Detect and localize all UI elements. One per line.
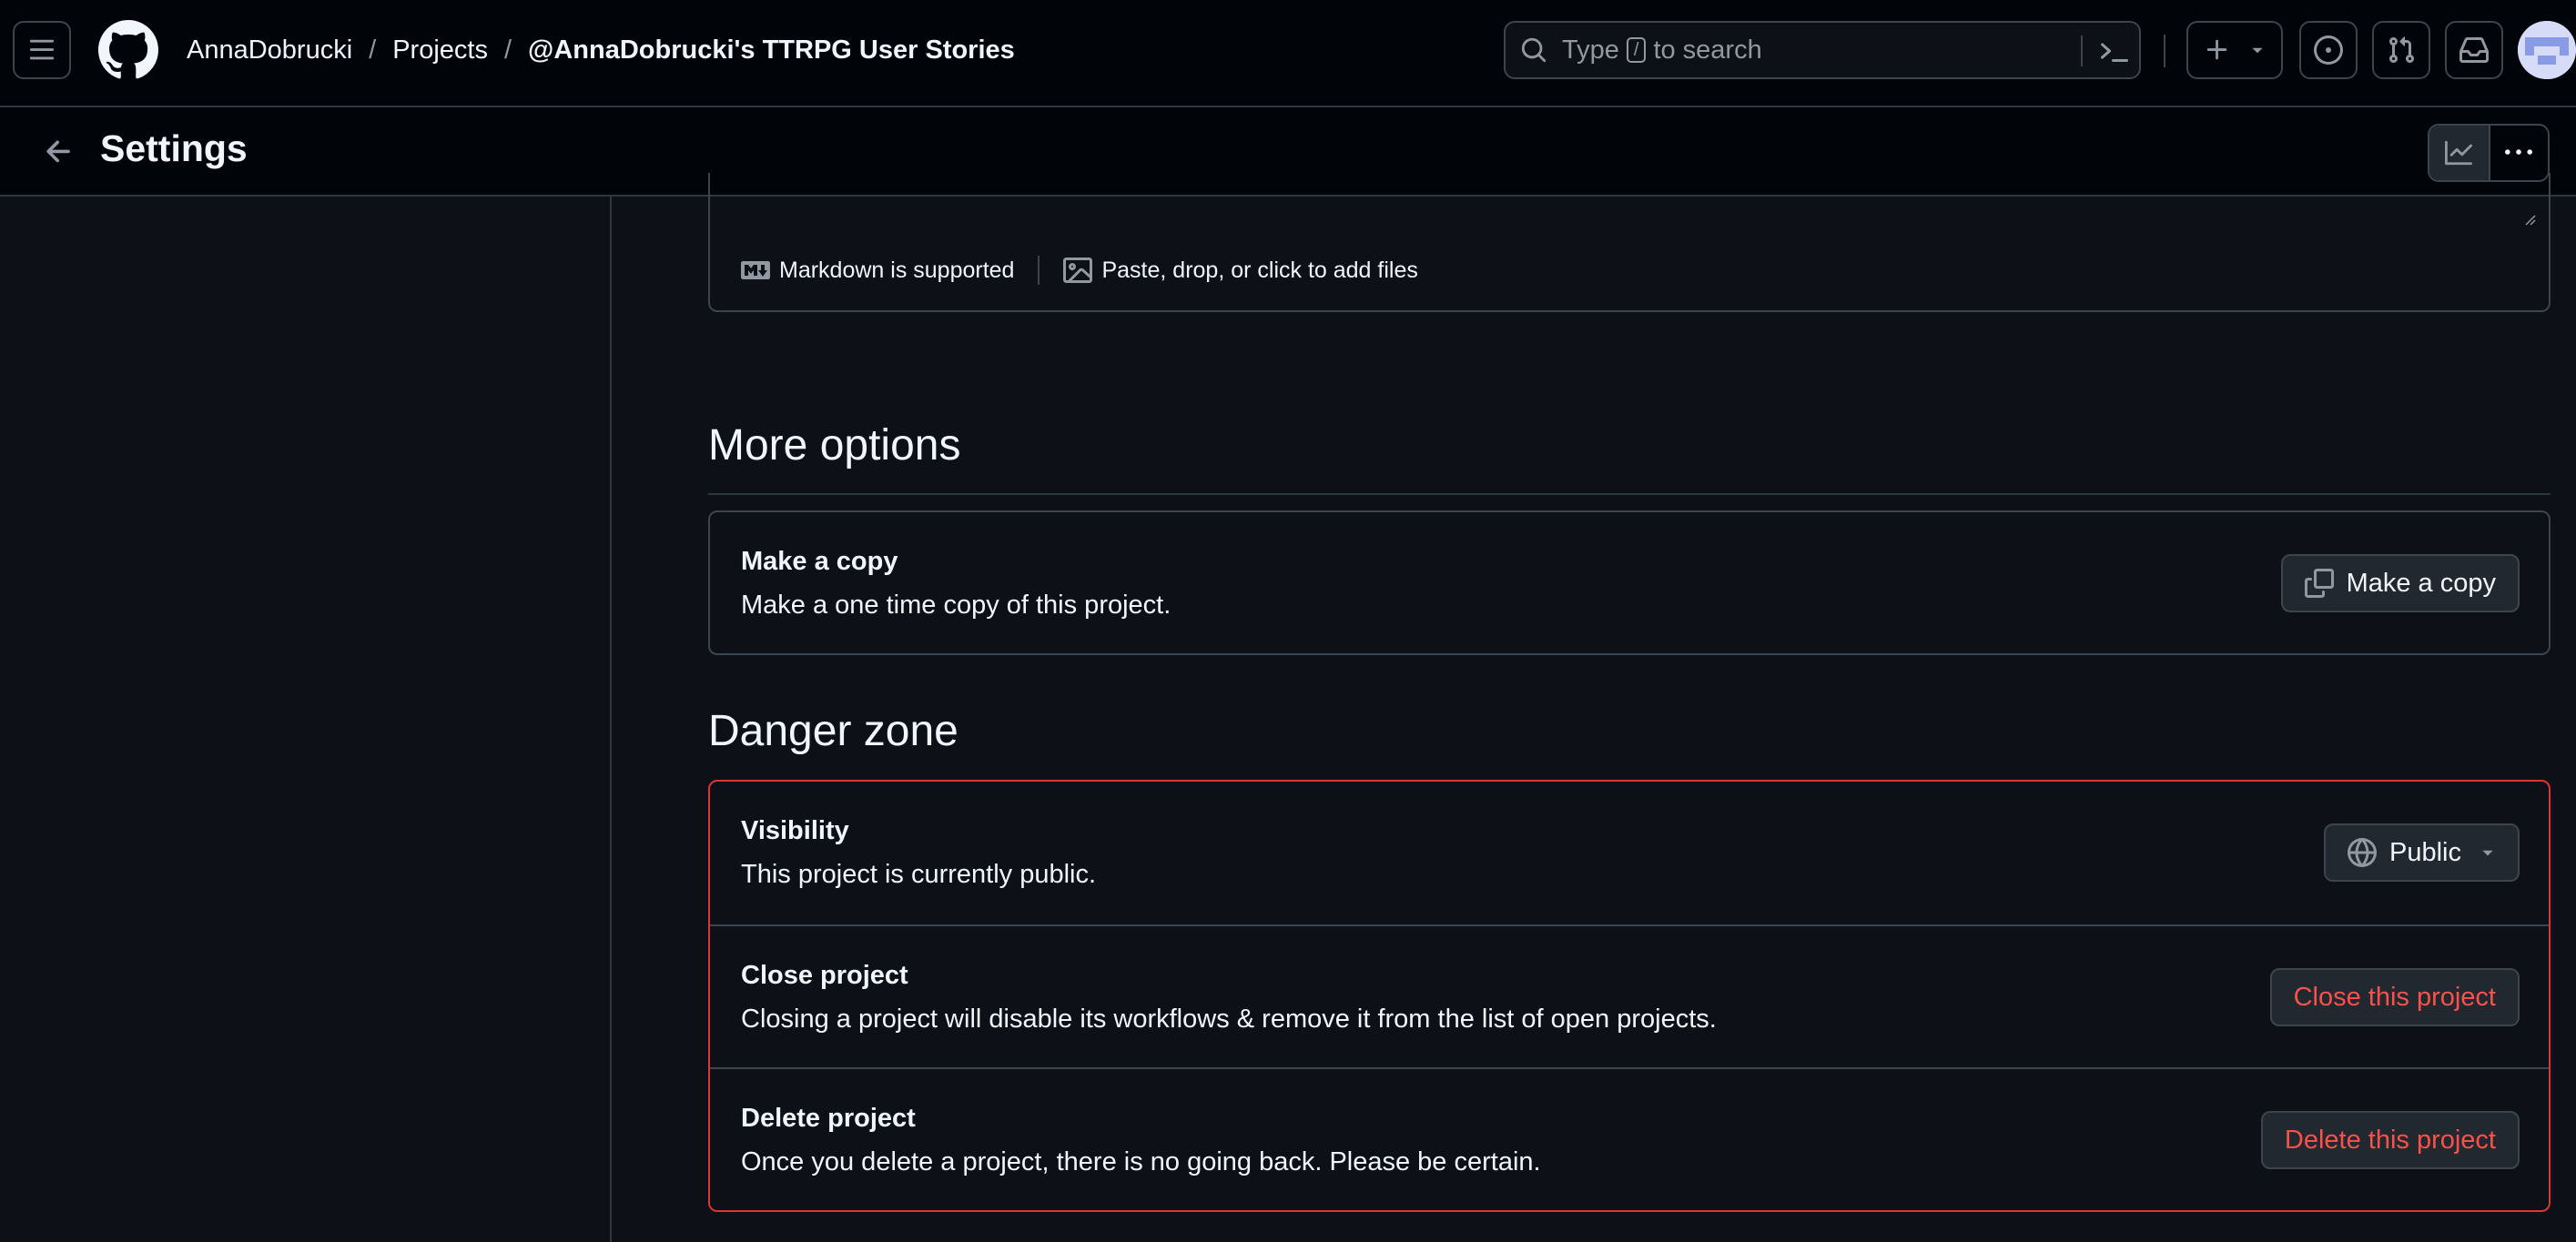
danger-zone-box: Visibility This project is currently pub…: [708, 780, 2551, 1212]
search-placeholder-suffix: to search: [1653, 35, 1762, 65]
more-options-box: Make a copy Make a one time copy of this…: [708, 510, 2551, 655]
search-shortcut-key: /: [1626, 37, 1647, 63]
delete-project-button[interactable]: Delete this project: [2260, 1111, 2520, 1169]
command-palette-icon[interactable]: [2099, 37, 2128, 66]
caret-down-icon: [2482, 850, 2493, 856]
user-avatar[interactable]: [2518, 21, 2576, 79]
more-options-heading: More options: [708, 421, 961, 470]
make-copy-title: Make a copy: [741, 547, 898, 576]
inbox-icon: [2459, 37, 2489, 63]
search-divider: [2081, 35, 2083, 66]
close-project-description: Closing a project will disable its workf…: [741, 1005, 1717, 1034]
markdown-supported-link[interactable]: Markdown is supported: [710, 256, 1038, 285]
hamburger-icon: [29, 39, 55, 60]
make-copy-row: Make a copy Make a one time copy of this…: [710, 512, 2549, 655]
breadcrumb-projects-link[interactable]: Projects: [392, 35, 488, 66]
delete-project-row: Delete project Once you delete a project…: [710, 1067, 2549, 1210]
github-logo-icon[interactable]: [98, 20, 158, 80]
visibility-select[interactable]: Public: [2324, 823, 2520, 882]
close-project-row: Close project Closing a project will dis…: [710, 924, 2549, 1067]
markdown-icon: [741, 261, 770, 279]
make-copy-button-label: Make a copy: [2346, 568, 2496, 598]
danger-zone-heading: Danger zone: [708, 707, 958, 755]
search-placeholder-prefix: Type: [1562, 35, 1619, 65]
close-project-title: Close project: [741, 961, 908, 990]
visibility-title: Visibility: [741, 816, 849, 845]
sidebar-divider: [610, 197, 612, 1242]
section-divider: [708, 493, 2551, 495]
image-icon: [1063, 257, 1093, 283]
make-copy-button[interactable]: Make a copy: [2280, 554, 2520, 612]
inbox-button[interactable]: [2445, 21, 2503, 79]
close-project-button[interactable]: Close this project: [2269, 968, 2520, 1026]
create-new-button[interactable]: [2186, 21, 2283, 79]
plus-icon: [2206, 39, 2227, 60]
breadcrumb: AnnaDobrucki / Projects / @AnnaDobrucki'…: [187, 27, 1015, 73]
open-navigation-menu-button[interactable]: [13, 21, 71, 79]
issues-button[interactable]: [2299, 21, 2358, 79]
more-options-button[interactable]: [2488, 126, 2548, 180]
back-button[interactable]: [42, 135, 76, 169]
attach-files-button[interactable]: Paste, drop, or click to add files: [1038, 256, 1441, 285]
breadcrumb-separator: /: [503, 35, 512, 65]
global-header: AnnaDobrucki / Projects / @AnnaDobrucki'…: [0, 0, 2576, 107]
pull-requests-button[interactable]: [2372, 21, 2430, 79]
readme-editor[interactable]: Markdown is supported Paste, drop, or cl…: [708, 173, 2551, 312]
kebab-horizontal-icon: [2505, 149, 2533, 155]
markdown-supported-label: Markdown is supported: [779, 257, 1015, 283]
delete-project-title: Delete project: [741, 1104, 916, 1133]
delete-project-description: Once you delete a project, there is no g…: [741, 1147, 1541, 1176]
git-pull-request-icon: [2388, 36, 2415, 64]
issue-opened-icon: [2314, 35, 2343, 65]
resize-handle-icon[interactable]: [2521, 211, 2536, 226]
search-icon: [1520, 36, 1547, 64]
arrow-left-icon: [46, 140, 70, 163]
search-input[interactable]: Type / to search: [1504, 21, 2141, 79]
editor-footer: Markdown is supported Paste, drop, or cl…: [710, 246, 1442, 295]
globe-icon: [2348, 838, 2377, 867]
visibility-value: Public: [2389, 837, 2461, 867]
visibility-row: Visibility This project is currently pub…: [710, 782, 2549, 924]
breadcrumb-owner-link[interactable]: AnnaDobrucki: [187, 35, 352, 66]
page-title: Settings: [100, 127, 248, 169]
attach-files-label: Paste, drop, or click to add files: [1101, 257, 1418, 283]
header-divider: [2164, 35, 2165, 67]
breadcrumb-separator: /: [369, 35, 377, 65]
make-copy-description: Make a one time copy of this project.: [741, 591, 1171, 620]
insights-button[interactable]: [2429, 126, 2489, 180]
visibility-description: This project is currently public.: [741, 860, 1097, 889]
breadcrumb-project-link[interactable]: @AnnaDobrucki's TTRPG User Stories: [528, 35, 1015, 66]
avatar-identicon-icon: [2518, 21, 2576, 79]
copy-icon: [2304, 569, 2334, 598]
caret-down-icon: [2252, 47, 2263, 54]
graph-icon: [2445, 140, 2473, 166]
